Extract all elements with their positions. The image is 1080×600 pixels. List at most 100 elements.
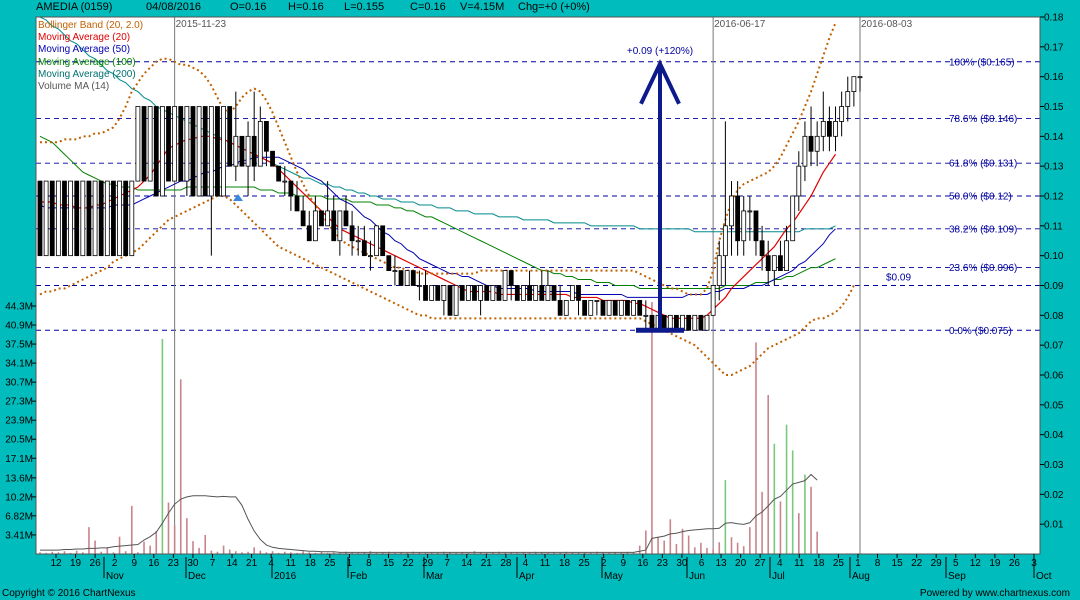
date-tick-label: 4 bbox=[268, 558, 274, 569]
candle-body bbox=[37, 180, 43, 257]
volume-tick-label: 23.9M bbox=[5, 416, 33, 427]
candle-body bbox=[820, 121, 826, 137]
volume-bar bbox=[88, 527, 90, 554]
candle-body bbox=[643, 314, 649, 317]
volume-bar bbox=[798, 513, 800, 554]
candle bbox=[37, 180, 43, 257]
candle-body bbox=[380, 225, 386, 257]
candle bbox=[117, 180, 122, 257]
support-label: $0.09 bbox=[886, 273, 911, 284]
date-tick-label: 29 bbox=[931, 558, 943, 569]
candle bbox=[710, 285, 716, 316]
candle-body bbox=[123, 180, 129, 257]
volume-bar bbox=[186, 518, 188, 554]
powered-by-text: Powered by www.chartnexus.com bbox=[919, 588, 1070, 599]
fib-label: 78.6% ($0.146) bbox=[949, 114, 1017, 125]
candle-body bbox=[490, 285, 496, 301]
volume-bar bbox=[779, 501, 782, 554]
month-label: Feb bbox=[350, 571, 368, 582]
candle-body bbox=[62, 180, 67, 257]
date-tick-label: 16 bbox=[637, 558, 649, 569]
candle-body bbox=[784, 240, 789, 271]
candle bbox=[380, 225, 386, 257]
candle-body bbox=[104, 180, 110, 257]
volume-tick-label: 3.41M bbox=[5, 530, 33, 541]
candle bbox=[551, 285, 557, 301]
candle bbox=[98, 180, 104, 257]
candle-body bbox=[129, 180, 135, 257]
price-tick-label: 0.09 bbox=[1044, 281, 1064, 292]
volume-tick-label: 34.1M bbox=[5, 359, 33, 370]
volume-bar bbox=[149, 545, 151, 554]
candle-body bbox=[68, 180, 73, 257]
price-tick-label: 0.04 bbox=[1044, 430, 1064, 441]
date-tick-label: 22 bbox=[911, 558, 923, 569]
candle-body bbox=[606, 300, 612, 316]
candle-body bbox=[435, 285, 441, 301]
candle bbox=[637, 300, 643, 316]
date-tick-label: 25 bbox=[324, 558, 336, 569]
price-tick-label: 0.12 bbox=[1044, 192, 1064, 203]
volume-bar bbox=[179, 379, 182, 554]
candle-body bbox=[251, 135, 257, 167]
date-tick-label: 9 bbox=[131, 558, 137, 569]
candle-body bbox=[551, 285, 557, 301]
volume-tick-label: 40.9M bbox=[5, 321, 33, 332]
date-tick-label: 26 bbox=[90, 558, 102, 569]
candle-body bbox=[80, 180, 86, 257]
candle-body bbox=[166, 106, 171, 182]
candle bbox=[453, 285, 459, 316]
candle-body bbox=[588, 300, 594, 316]
candle-body bbox=[563, 300, 569, 316]
candle-body bbox=[159, 106, 165, 197]
volume-bar bbox=[638, 545, 641, 554]
volume-bar bbox=[222, 545, 225, 554]
candle-body bbox=[208, 106, 214, 197]
candle-body bbox=[343, 210, 349, 227]
candle-body bbox=[386, 255, 392, 271]
candle bbox=[159, 106, 165, 197]
candle bbox=[563, 300, 569, 316]
candle bbox=[215, 106, 220, 197]
volume-bar bbox=[693, 547, 696, 554]
candle bbox=[147, 106, 153, 182]
date-tick-label: 22 bbox=[403, 558, 415, 569]
volume-bar bbox=[736, 542, 739, 554]
candle bbox=[698, 314, 704, 331]
candle-body bbox=[478, 285, 483, 301]
candle-body bbox=[484, 285, 490, 301]
date-tick-label: 12 bbox=[970, 558, 982, 569]
candle-body bbox=[98, 180, 104, 257]
candle bbox=[472, 285, 477, 301]
candle-body bbox=[215, 106, 220, 197]
date-tick-label: 8 bbox=[875, 558, 881, 569]
date-tick-label: 30 bbox=[187, 558, 199, 569]
date-tick-label: 16 bbox=[148, 558, 160, 569]
candle bbox=[496, 285, 502, 301]
price-tick-label: 0.01 bbox=[1044, 520, 1064, 531]
price-tick-label: 0.05 bbox=[1044, 400, 1064, 411]
candle bbox=[631, 300, 636, 316]
candle bbox=[502, 270, 508, 301]
month-label: 2016 bbox=[274, 571, 297, 582]
candle-body bbox=[239, 135, 245, 167]
candle-body bbox=[423, 285, 428, 301]
volume-tick-label: 13.6M bbox=[5, 473, 33, 484]
legend: Bollinger Band (20, 2.0) Moving Average … bbox=[38, 20, 143, 93]
candle-body bbox=[331, 210, 337, 242]
candle bbox=[374, 225, 379, 257]
month-label: Mar bbox=[426, 571, 444, 582]
volume-bar bbox=[749, 527, 751, 554]
candle bbox=[625, 300, 630, 316]
candle-body bbox=[178, 106, 184, 182]
candle-body bbox=[741, 210, 747, 242]
volume-bar bbox=[700, 542, 702, 554]
open-label: O=0.16 bbox=[230, 1, 267, 13]
legend-ma20: Moving Average (20) bbox=[38, 32, 131, 44]
volume-bar bbox=[791, 450, 794, 554]
candle bbox=[533, 285, 539, 301]
price-tick-label: 0.13 bbox=[1044, 162, 1064, 173]
date-tick-label: 25 bbox=[579, 558, 591, 569]
date-tick-label: 7 bbox=[210, 558, 216, 569]
candle-body bbox=[576, 285, 581, 301]
